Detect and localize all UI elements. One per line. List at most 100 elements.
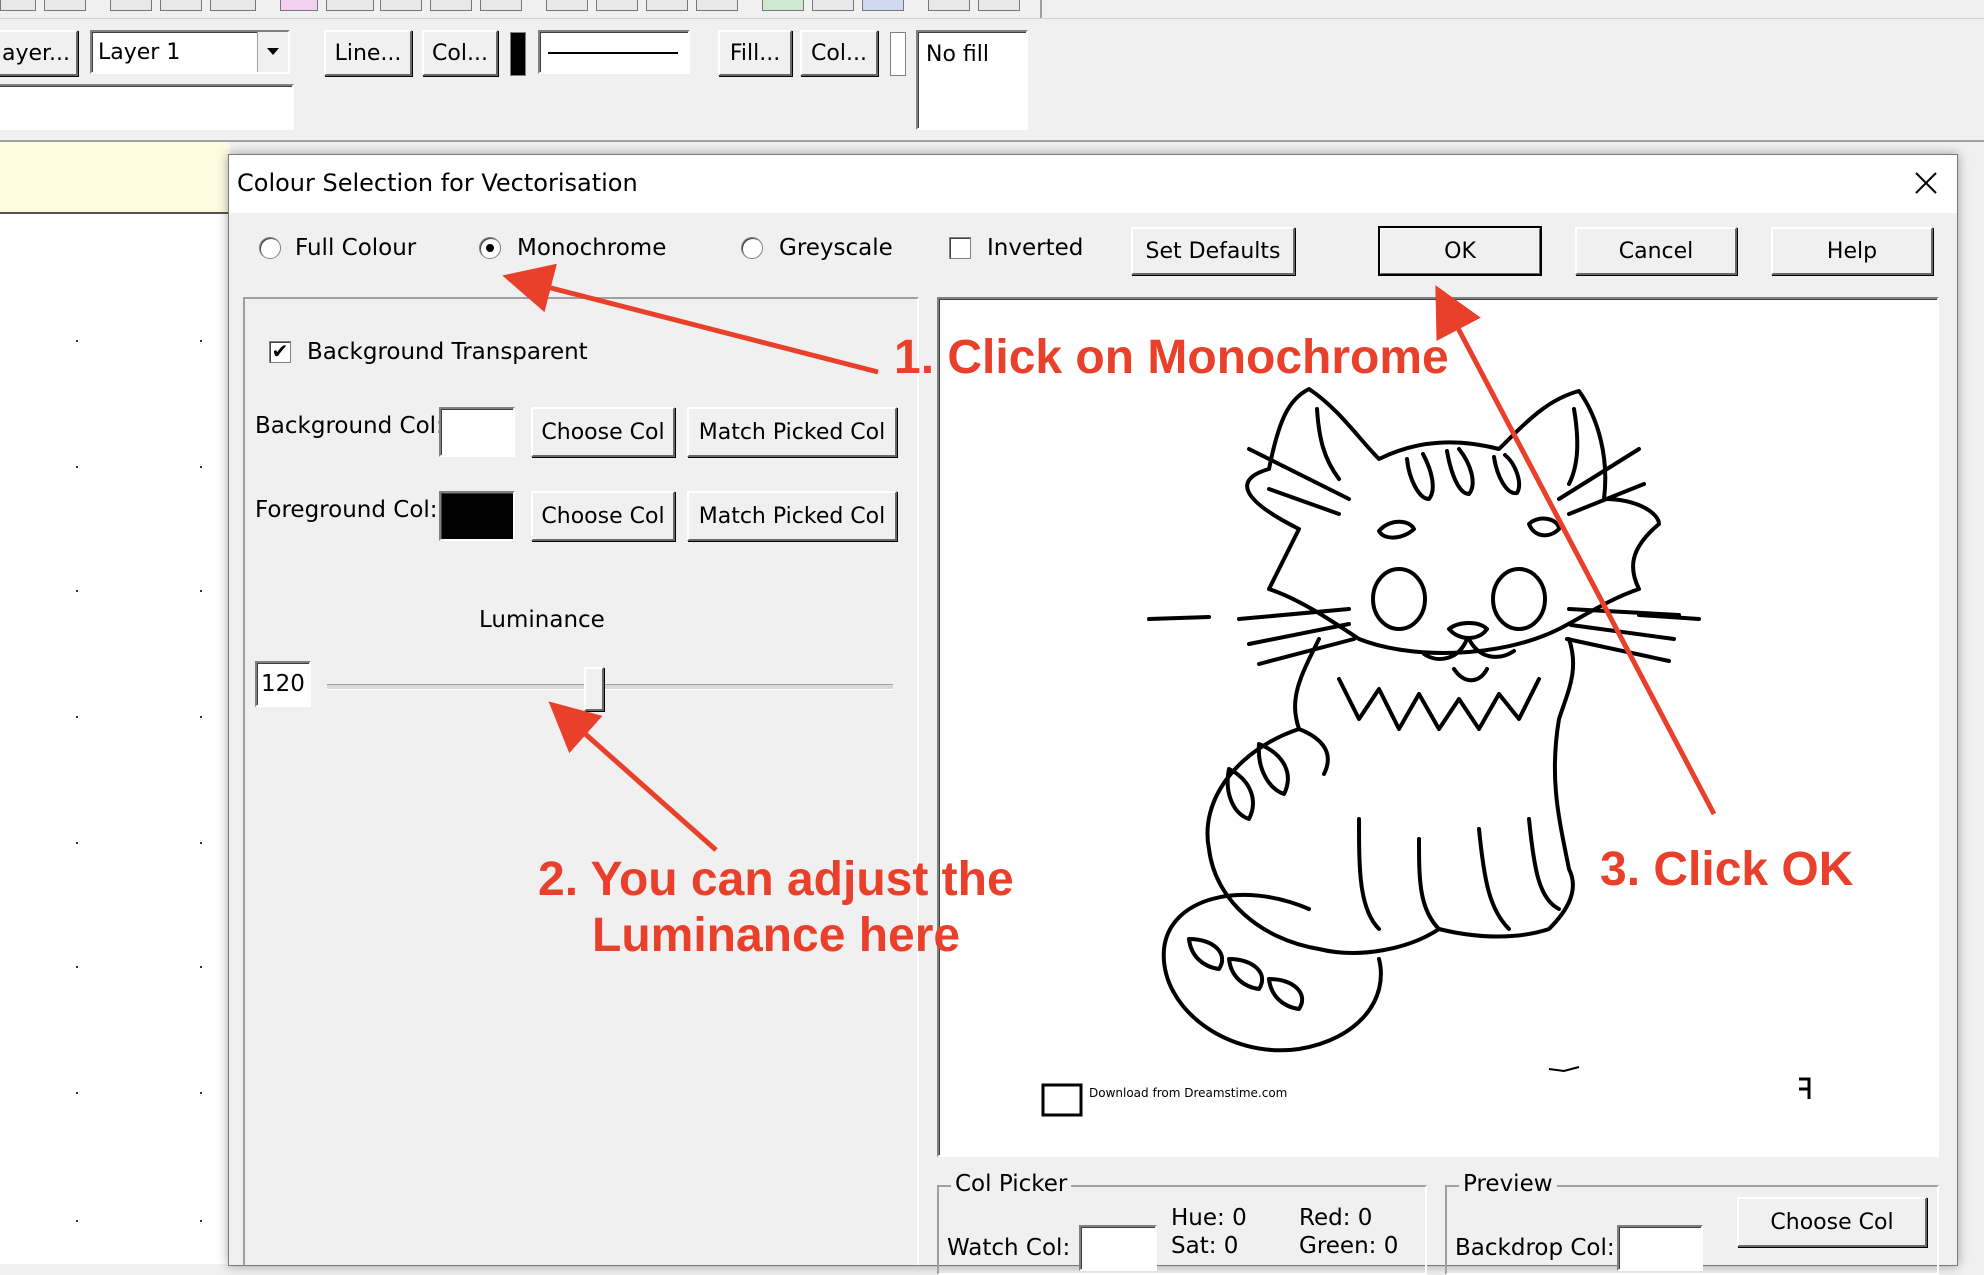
preview-group-title: Preview bbox=[1459, 1171, 1557, 1197]
grid-dot bbox=[200, 590, 202, 592]
toolbar-icon[interactable] bbox=[326, 0, 374, 11]
greyscale-radio[interactable] bbox=[741, 237, 763, 259]
grid-dot bbox=[200, 966, 202, 968]
monochrome-label[interactable]: Monochrome bbox=[517, 235, 666, 261]
toolbar-icon[interactable] bbox=[596, 0, 638, 11]
full-colour-radio[interactable] bbox=[259, 237, 281, 259]
toolbar-icon[interactable] bbox=[110, 0, 152, 11]
toolbar-icon[interactable] bbox=[696, 0, 738, 11]
close-button[interactable] bbox=[1895, 155, 1957, 211]
grid-dot bbox=[76, 590, 78, 592]
monochrome-radio[interactable] bbox=[479, 237, 501, 259]
canvas-ruler-strip bbox=[0, 142, 230, 214]
cat-line-drawing: Download from Dreamstime.com bbox=[1041, 387, 1811, 1117]
annotation-step2-line2: Luminance here bbox=[592, 909, 961, 962]
background-match-picked-col-button[interactable]: Match Picked Col bbox=[687, 407, 897, 457]
foreground-match-picked-col-button[interactable]: Match Picked Col bbox=[687, 491, 897, 541]
toolbar-icon[interactable] bbox=[762, 0, 804, 11]
toolbar-icon[interactable] bbox=[812, 0, 854, 11]
fill-colour-swatch bbox=[890, 32, 906, 76]
ok-button[interactable]: OK bbox=[1378, 226, 1542, 276]
slider-track bbox=[327, 684, 893, 690]
preview-group: Preview Backdrop Col: Choose Col bbox=[1445, 1171, 1939, 1275]
grid-dot bbox=[76, 466, 78, 468]
layer-name-field[interactable] bbox=[0, 84, 294, 130]
background-col-label: Background Col: bbox=[255, 413, 444, 439]
hue-readout: Hue: 0 bbox=[1171, 1205, 1247, 1231]
annotation-step3: 3. Click OK bbox=[1600, 843, 1854, 896]
annotation-step1: 1. Click on Monochrome bbox=[894, 331, 1449, 384]
toolbar-icon[interactable] bbox=[978, 0, 1020, 11]
foreground-col-swatch bbox=[439, 491, 515, 541]
backdrop-col-label: Backdrop Col: bbox=[1455, 1235, 1615, 1261]
background-transparent-label[interactable]: Background Transparent bbox=[307, 339, 588, 365]
line-style-preview[interactable] bbox=[538, 30, 690, 74]
watch-col-swatch bbox=[1079, 1225, 1157, 1271]
red-readout: Red: 0 bbox=[1299, 1205, 1373, 1231]
fill-col-button[interactable]: Col... bbox=[800, 30, 878, 76]
layer-button[interactable]: ayer... bbox=[0, 30, 78, 76]
luminance-slider[interactable] bbox=[327, 667, 893, 711]
green-readout: Green: 0 bbox=[1299, 1233, 1399, 1259]
inverted-label[interactable]: Inverted bbox=[987, 235, 1083, 261]
layer-select-value: Layer 1 bbox=[98, 40, 181, 65]
toolbar-icon[interactable] bbox=[480, 0, 522, 11]
set-defaults-button[interactable]: Set Defaults bbox=[1131, 227, 1295, 275]
greyscale-label[interactable]: Greyscale bbox=[779, 235, 893, 261]
help-button[interactable]: Help bbox=[1771, 227, 1933, 275]
background-transparent-checkbox[interactable]: ✔ bbox=[269, 341, 291, 363]
fill-preview: No fill bbox=[916, 30, 1028, 130]
toolbar-divider bbox=[0, 18, 1984, 19]
background-choose-col-button[interactable]: Choose Col bbox=[531, 407, 675, 457]
toolbar-icon[interactable] bbox=[280, 0, 318, 11]
layer-select[interactable]: Layer 1 bbox=[90, 30, 290, 74]
line-colour-swatch bbox=[510, 32, 526, 76]
toolbar-icon[interactable] bbox=[380, 0, 422, 11]
line-button[interactable]: Line... bbox=[324, 30, 412, 76]
grid-dot bbox=[200, 716, 202, 718]
grid-dot bbox=[200, 1220, 202, 1222]
luminance-value-field[interactable]: 120 bbox=[255, 661, 311, 707]
toolbar-icon[interactable] bbox=[430, 0, 472, 11]
fill-button[interactable]: Fill... bbox=[718, 30, 792, 76]
dropdown-button[interactable] bbox=[257, 32, 288, 72]
line-sample bbox=[548, 52, 678, 54]
luminance-label: Luminance bbox=[479, 607, 605, 633]
toolbar-icon[interactable] bbox=[160, 0, 202, 11]
top-toolbar: ayer... Layer 1 Line... Col... Fill... C… bbox=[0, 0, 1984, 142]
toolbar-icon[interactable] bbox=[546, 0, 588, 11]
grid-dot bbox=[200, 842, 202, 844]
full-colour-label[interactable]: Full Colour bbox=[295, 235, 416, 261]
colour-selection-dialog: Colour Selection for Vectorisation Full … bbox=[228, 154, 1958, 1275]
toolbar-icon[interactable] bbox=[646, 0, 688, 11]
grid-dot bbox=[200, 1092, 202, 1094]
toolbar-icon[interactable] bbox=[0, 0, 36, 11]
col-picker-title: Col Picker bbox=[951, 1171, 1072, 1197]
backdrop-col-swatch bbox=[1617, 1225, 1703, 1271]
watermark-logo: Download from Dreamstime.com bbox=[1041, 1066, 1811, 1117]
slider-thumb[interactable] bbox=[584, 667, 604, 711]
cancel-button[interactable]: Cancel bbox=[1575, 227, 1737, 275]
grid-dot bbox=[76, 716, 78, 718]
toolbar-icon[interactable] bbox=[44, 0, 86, 11]
line-col-button[interactable]: Col... bbox=[422, 30, 498, 76]
drawing-canvas[interactable] bbox=[0, 214, 230, 1264]
toolbar-icon[interactable] bbox=[210, 0, 256, 11]
foreground-col-label: Foreground Col: bbox=[255, 497, 438, 523]
chevron-down-icon bbox=[267, 48, 279, 55]
background-col-swatch bbox=[439, 407, 515, 457]
toolbar-icon[interactable] bbox=[928, 0, 970, 11]
luminance-value: 120 bbox=[261, 671, 305, 697]
toolbar-icon-row bbox=[0, 0, 1040, 12]
vectorisation-preview[interactable]: Download from Dreamstime.com bbox=[937, 297, 1939, 1157]
toolbar-icon[interactable] bbox=[862, 0, 904, 11]
toolbar-divider bbox=[1040, 0, 1042, 18]
dialog-title: Colour Selection for Vectorisation bbox=[237, 169, 638, 197]
watermark-text: Download from Dreamstime.com bbox=[1089, 1086, 1287, 1100]
foreground-choose-col-button[interactable]: Choose Col bbox=[531, 491, 675, 541]
annotation-step2-line1: 2. You can adjust the bbox=[538, 853, 1014, 906]
dialog-titlebar[interactable]: Colour Selection for Vectorisation bbox=[229, 155, 1957, 213]
grid-dot bbox=[76, 842, 78, 844]
inverted-checkbox[interactable] bbox=[949, 237, 971, 259]
backdrop-choose-col-button[interactable]: Choose Col bbox=[1737, 1197, 1927, 1247]
